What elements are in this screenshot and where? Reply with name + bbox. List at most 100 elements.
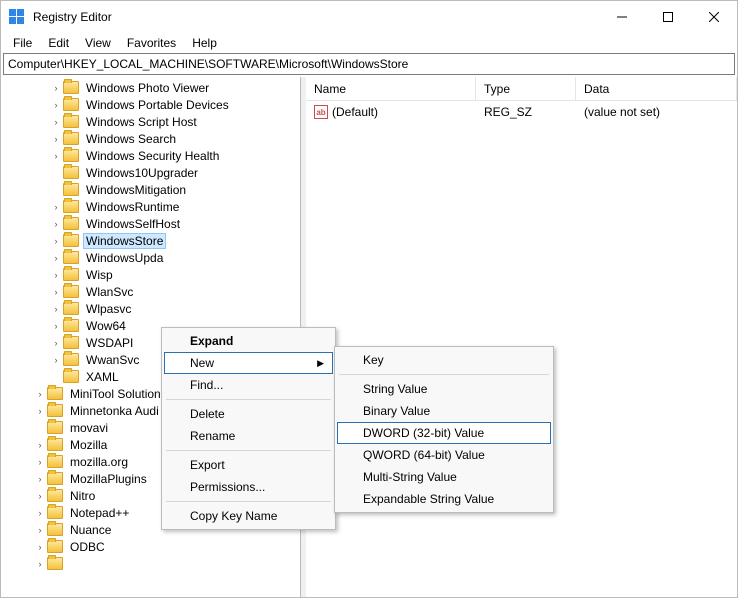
- column-header-data[interactable]: Data: [576, 77, 737, 100]
- chevron-right-icon[interactable]: ›: [33, 557, 47, 571]
- chevron-right-icon[interactable]: ›: [49, 115, 63, 129]
- main-area: ›Windows Photo Viewer›Windows Portable D…: [1, 77, 737, 597]
- tree-item[interactable]: › ODBC: [1, 538, 300, 555]
- chevron-right-icon[interactable]: ›: [33, 404, 47, 418]
- ctx-new-dword[interactable]: DWORD (32-bit) Value: [337, 422, 551, 444]
- ctx-new-expandable[interactable]: Expandable String Value: [337, 488, 551, 510]
- tree-item-label: Windows Search: [83, 132, 179, 146]
- ctx-copy-key-name[interactable]: Copy Key Name: [164, 505, 333, 527]
- menu-help[interactable]: Help: [184, 34, 225, 52]
- folder-icon: [63, 115, 79, 128]
- tree-item-label: Wisp: [83, 268, 116, 282]
- folder-icon: [63, 319, 79, 332]
- ctx-new-key[interactable]: Key: [337, 349, 551, 371]
- tree-item[interactable]: ›WindowsMitigation: [1, 181, 300, 198]
- chevron-right-icon[interactable]: ›: [49, 81, 63, 95]
- ctx-delete[interactable]: Delete: [164, 403, 333, 425]
- ctx-new-binary[interactable]: Binary Value: [337, 400, 551, 422]
- ctx-new-string[interactable]: String Value: [337, 378, 551, 400]
- tree-item[interactable]: ›WindowsStore: [1, 232, 300, 249]
- tree-item[interactable]: ›Windows Portable Devices: [1, 96, 300, 113]
- chevron-right-icon[interactable]: ›: [49, 251, 63, 265]
- tree-item[interactable]: › WlanSvc: [1, 283, 300, 300]
- ctx-rename[interactable]: Rename: [164, 425, 333, 447]
- maximize-button[interactable]: [645, 1, 691, 33]
- tree-item-label: Notepad++: [67, 506, 132, 520]
- ctx-new[interactable]: New ▶: [164, 352, 333, 374]
- tree-item[interactable]: ›WindowsRuntime: [1, 198, 300, 215]
- ctx-find[interactable]: Find...: [164, 374, 333, 396]
- tree-item-label: Windows Script Host: [83, 115, 200, 129]
- ctx-expand[interactable]: Expand: [164, 330, 333, 352]
- tree-item-label: movavi: [67, 421, 111, 435]
- chevron-right-icon[interactable]: ›: [49, 319, 63, 333]
- chevron-right-icon[interactable]: ›: [49, 132, 63, 146]
- tree-item[interactable]: ›WindowsUpda: [1, 249, 300, 266]
- chevron-right-icon[interactable]: ›: [33, 506, 47, 520]
- menu-view[interactable]: View: [77, 34, 119, 52]
- tree-item[interactable]: › Windows Search: [1, 130, 300, 147]
- submenu-arrow-icon: ▶: [317, 358, 324, 369]
- folder-icon: [47, 506, 63, 519]
- context-submenu-new: Key String Value Binary Value DWORD (32-…: [334, 346, 554, 513]
- folder-icon: [47, 455, 63, 468]
- tree-item-label: Nuance: [67, 523, 114, 537]
- folder-icon: [63, 98, 79, 111]
- chevron-right-icon[interactable]: ›: [49, 353, 63, 367]
- chevron-right-icon[interactable]: ›: [49, 285, 63, 299]
- chevron-right-icon[interactable]: ›: [49, 98, 63, 112]
- chevron-right-icon[interactable]: ›: [49, 336, 63, 350]
- tree-item-label: Wow64: [83, 319, 129, 333]
- close-button[interactable]: [691, 1, 737, 33]
- tree-item-label: ODBC: [67, 540, 108, 554]
- folder-icon: [47, 523, 63, 536]
- tree-item[interactable]: ›Windows Photo Viewer: [1, 79, 300, 96]
- chevron-right-icon[interactable]: ›: [33, 455, 47, 469]
- tree-item-label: WlanSvc: [83, 285, 136, 299]
- tree-item[interactable]: › Wisp: [1, 266, 300, 283]
- tree-item-label: Wlpasvc: [83, 302, 134, 316]
- menu-edit[interactable]: Edit: [40, 34, 77, 52]
- chevron-right-icon[interactable]: ›: [49, 217, 63, 231]
- ctx-separator: [166, 501, 331, 502]
- chevron-right-icon[interactable]: ›: [33, 472, 47, 486]
- ctx-new-multistring[interactable]: Multi-String Value: [337, 466, 551, 488]
- chevron-right-icon[interactable]: ›: [33, 438, 47, 452]
- chevron-right-icon[interactable]: ›: [49, 149, 63, 163]
- minimize-button[interactable]: [599, 1, 645, 33]
- folder-icon: [63, 268, 79, 281]
- window-controls: [599, 1, 737, 33]
- value-name: (Default): [332, 105, 378, 119]
- address-bar-text: Computer\HKEY_LOCAL_MACHINE\SOFTWARE\Mic…: [8, 57, 408, 71]
- address-bar[interactable]: Computer\HKEY_LOCAL_MACHINE\SOFTWARE\Mic…: [3, 53, 735, 75]
- ctx-export[interactable]: Export: [164, 454, 333, 476]
- app-icon: [9, 9, 25, 25]
- chevron-right-icon[interactable]: ›: [49, 234, 63, 248]
- column-header-type[interactable]: Type: [476, 77, 576, 100]
- tree-item[interactable]: › Windows Security Health: [1, 147, 300, 164]
- ctx-permissions[interactable]: Permissions...: [164, 476, 333, 498]
- tree-item-label: Nitro: [67, 489, 98, 503]
- tree-item-label: Windows Security Health: [83, 149, 222, 163]
- chevron-right-icon[interactable]: ›: [33, 387, 47, 401]
- ctx-new-qword[interactable]: QWORD (64-bit) Value: [337, 444, 551, 466]
- chevron-right-icon[interactable]: ›: [49, 302, 63, 316]
- tree-item[interactable]: › Wlpasvc: [1, 300, 300, 317]
- chevron-right-icon[interactable]: ›: [33, 540, 47, 554]
- tree-item[interactable]: ›: [1, 555, 300, 572]
- tree-item[interactable]: ›WindowsSelfHost: [1, 215, 300, 232]
- tree-item-label: Mozilla: [67, 438, 110, 452]
- column-header-name[interactable]: Name: [306, 77, 476, 100]
- titlebar: Registry Editor: [1, 1, 737, 33]
- ctx-separator: [339, 374, 549, 375]
- folder-icon: [63, 149, 79, 162]
- list-row[interactable]: ab (Default) REG_SZ (value not set): [306, 101, 737, 123]
- chevron-right-icon[interactable]: ›: [33, 489, 47, 503]
- chevron-right-icon[interactable]: ›: [49, 200, 63, 214]
- menu-file[interactable]: File: [5, 34, 40, 52]
- tree-item[interactable]: › Windows Script Host: [1, 113, 300, 130]
- menu-favorites[interactable]: Favorites: [119, 34, 184, 52]
- tree-item[interactable]: ›Windows10Upgrader: [1, 164, 300, 181]
- chevron-right-icon[interactable]: ›: [49, 268, 63, 282]
- chevron-right-icon[interactable]: ›: [33, 523, 47, 537]
